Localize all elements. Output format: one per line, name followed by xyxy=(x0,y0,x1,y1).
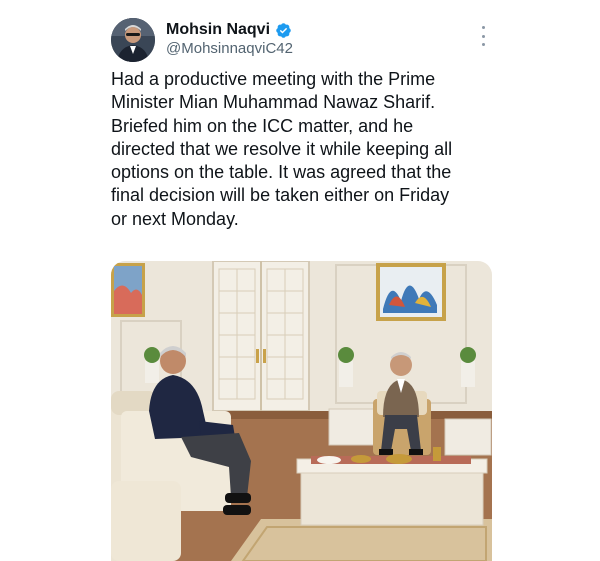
author-display-name[interactable]: Mohsin Naqvi xyxy=(166,21,270,39)
tweet-photo[interactable] xyxy=(111,261,492,561)
tweet-text: Had a productive meeting with the Prime … xyxy=(111,68,496,231)
more-vertical-icon[interactable] xyxy=(476,26,490,46)
author-name-row: Mohsin Naqvi xyxy=(166,20,292,40)
tweet-text-line: Had a productive meeting with the Prime xyxy=(111,69,436,89)
tweet-text-line: or next Monday. xyxy=(111,208,239,229)
tweet-text-line: final decision will be taken either on F… xyxy=(111,185,450,206)
tweet-text-line: Minister Mian Muhammad Nawaz Sharif. xyxy=(111,92,436,113)
tweet-text-line: options on the table. It was agreed that… xyxy=(111,162,452,183)
verified-badge-icon xyxy=(275,22,292,39)
avatar[interactable] xyxy=(111,18,155,62)
avatar-image xyxy=(111,18,155,62)
tweet-text-line: Briefed him on the ICC matter, and he xyxy=(111,115,414,136)
author-handle[interactable]: @MohsinnaqviC42 xyxy=(166,40,293,57)
tweet-text-line: directed that we resolve it while keepin… xyxy=(111,138,453,159)
meeting-photo xyxy=(111,261,492,561)
